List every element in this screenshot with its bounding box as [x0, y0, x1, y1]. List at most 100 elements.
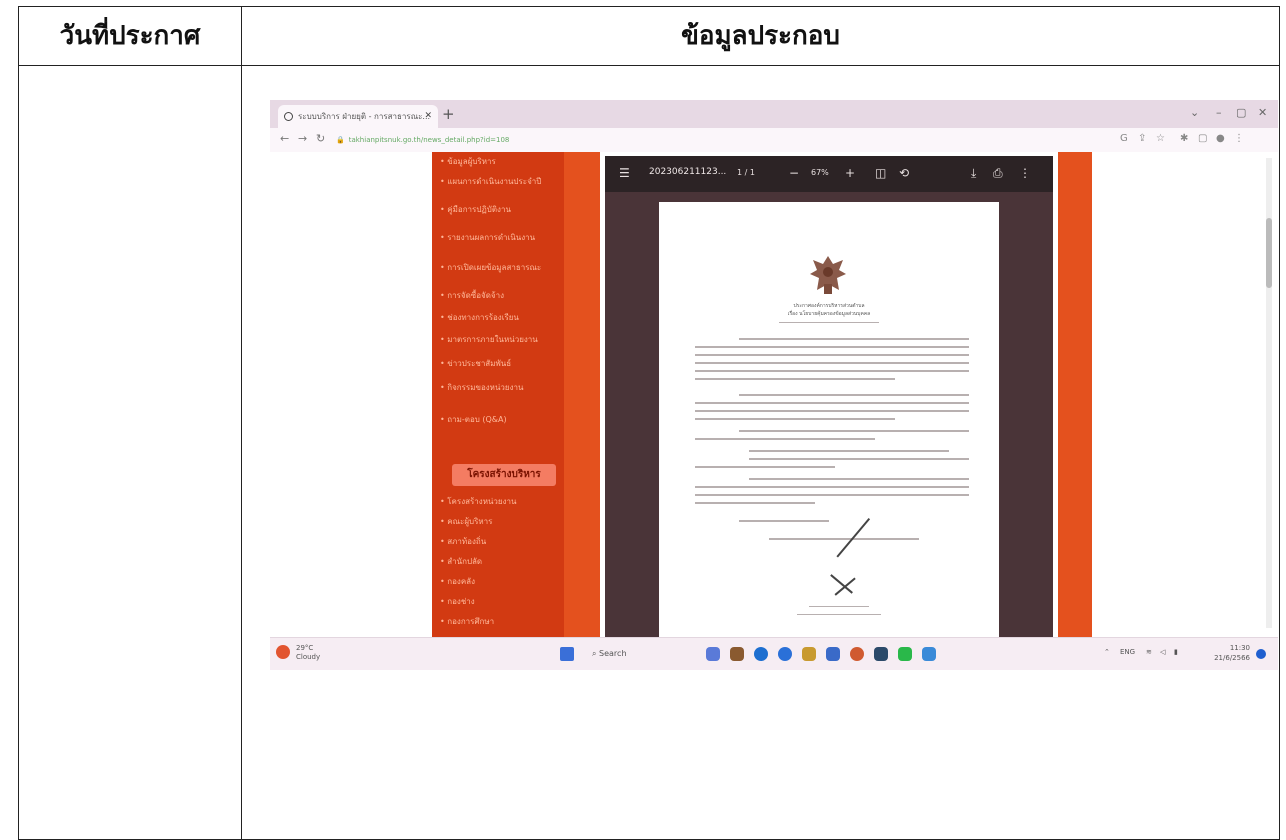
sidebar-link[interactable]: • ข้อมูลผู้บริหาร	[440, 156, 560, 167]
sidebar-link[interactable]: • ถาม-ตอบ (Q&A)	[440, 414, 560, 425]
two-page-icon[interactable]: ◫	[875, 166, 886, 180]
search-icon: ⌕	[592, 649, 600, 658]
clock-time: 11:30	[1229, 644, 1250, 652]
text-line	[695, 494, 969, 496]
app-icon[interactable]	[922, 647, 936, 661]
store-icon[interactable]	[874, 647, 888, 661]
structure-link[interactable]: • กองคลัง	[440, 576, 560, 587]
menu-icon[interactable]: ⋮	[1234, 133, 1244, 144]
user-app-icon[interactable]	[850, 647, 864, 661]
close-tab-icon[interactable]: ✕	[424, 105, 432, 128]
tray-chevron-icon[interactable]: ⌃	[1104, 648, 1110, 656]
volume-icon[interactable]: ◁	[1160, 648, 1165, 656]
more-icon[interactable]: ⋮	[1019, 166, 1031, 180]
line-icon[interactable]	[898, 647, 912, 661]
sidebar-link[interactable]: • การจัดซื้อจัดจ้าง	[440, 290, 560, 301]
sheet-heading-2: เรื่อง นโยบายคุ้มครองข้อมูลส่วนบุคคล	[787, 311, 871, 317]
zoom-level[interactable]: 67%	[811, 168, 829, 177]
garuda-emblem-icon	[810, 256, 846, 294]
close-window-icon[interactable]: ✕	[1258, 106, 1267, 119]
text-line	[749, 478, 969, 480]
structure-link[interactable]: • สำนักปลัด	[440, 556, 560, 567]
weather-widget[interactable]: 29°C Cloudy	[276, 644, 320, 662]
notification-icon[interactable]	[1256, 649, 1266, 659]
text-line	[695, 370, 969, 372]
file-explorer-icon[interactable]	[730, 647, 744, 661]
google-icon[interactable]: G	[1120, 133, 1128, 144]
pdf-page: ประกาศองค์การบริหารส่วนตำบล เรื่อง นโยบา…	[659, 202, 999, 637]
text-line	[695, 402, 969, 404]
pdf-viewer: ☰ 202306211123... 1 / 1 − 67% + ◫ ⟲ ⤓ ⎙ …	[605, 156, 1053, 637]
sidebar-link[interactable]: • ข่าวประชาสัมพันธ์	[440, 358, 560, 369]
sidebar-link[interactable]: • มาตรการภายในหน่วยงาน	[440, 334, 560, 345]
share-icon[interactable]: ⇪	[1138, 133, 1146, 144]
sidebar-link[interactable]: • คู่มือการปฏิบัติงาน	[440, 204, 560, 215]
reload-icon[interactable]: ↻	[316, 132, 325, 145]
clock-date: 21/6/2566	[1214, 654, 1250, 662]
zoom-out-icon[interactable]: −	[789, 166, 799, 180]
extensions-icon[interactable]: ✱	[1180, 133, 1188, 144]
sidebar-link[interactable]: • กิจกรรมของหน่วยงาน	[440, 382, 560, 393]
text-line	[695, 418, 895, 420]
text-line	[749, 458, 969, 460]
header-row-divider	[19, 65, 1279, 66]
sidebar-link[interactable]: • การเปิดเผยข้อมูลสาธารณะ	[440, 262, 560, 273]
star-icon[interactable]: ☆	[1156, 133, 1165, 144]
text-line	[695, 502, 815, 504]
structure-link[interactable]: • คณะผู้บริหาร	[440, 516, 560, 527]
app-icon[interactable]	[706, 647, 720, 661]
sidepanel-icon[interactable]: ▢	[1198, 133, 1207, 144]
sidebar-link[interactable]: • ช่องทางการร้องเรียน	[440, 312, 560, 323]
text-line	[779, 322, 879, 323]
text-line	[695, 346, 969, 348]
system-clock[interactable]: 11:30 21/6/2566	[1214, 643, 1250, 663]
taskbar-search[interactable]: ⌕ Search	[586, 646, 672, 662]
scroll-thumb[interactable]	[1266, 218, 1272, 288]
header-supporting-info: ข้อมูลประกอบ	[681, 21, 840, 51]
text-line	[695, 466, 835, 468]
forward-icon[interactable]: →	[298, 132, 307, 145]
rotate-icon[interactable]: ⟲	[899, 166, 909, 180]
text-line	[695, 438, 875, 440]
menu-icon[interactable]: ☰	[619, 166, 630, 180]
page-indicator[interactable]: 1 / 1	[737, 168, 755, 177]
pdf-filename: 202306211123...	[649, 167, 727, 177]
structure-button[interactable]: โครงสร้างบริหาร	[452, 464, 556, 486]
wifi-icon[interactable]: ≋	[1146, 648, 1152, 656]
sidebar-link[interactable]: • แผนการดำเนินงานประจำปี	[440, 176, 560, 187]
back-icon[interactable]: ←	[280, 132, 289, 145]
structure-link[interactable]: • กองช่าง	[440, 596, 560, 607]
language-indicator[interactable]: ENG	[1120, 648, 1135, 656]
sidebar-link[interactable]: • รายงานผลการดำเนินงาน	[440, 232, 560, 243]
mail-icon[interactable]	[826, 647, 840, 661]
chrome-icon[interactable]	[778, 647, 792, 661]
structure-link[interactable]: • โครงสร้างหน่วยงาน	[440, 496, 560, 507]
photos-icon[interactable]	[802, 647, 816, 661]
url-text: takhianpitsnuk.go.th/news_detail.php?id=…	[348, 136, 510, 144]
structure-link[interactable]: • สภาท้องถิ่น	[440, 536, 560, 547]
text-line	[739, 430, 969, 432]
windows-taskbar: 29°C Cloudy ⌕ Search ⌃ ENG ≋ ◁ ▮ 11:30 2…	[270, 637, 1278, 670]
download-icon[interactable]: ⤓	[971, 166, 976, 181]
column-divider	[241, 7, 242, 839]
windows-start-icon[interactable]	[560, 647, 574, 661]
maximize-icon[interactable]: ▢	[1236, 106, 1246, 119]
text-line	[809, 606, 869, 607]
sidebar-stripe	[564, 152, 600, 637]
new-tab-icon[interactable]: +	[442, 105, 455, 123]
tab-search-icon[interactable]: ⌄	[1190, 106, 1199, 119]
header-announce-date: วันที่ประกาศ	[59, 21, 201, 51]
minimize-icon[interactable]: –	[1216, 106, 1222, 119]
structure-link[interactable]: • กองการศึกษา	[440, 616, 560, 627]
browser-tab[interactable]: ระบบบริการ ฝ่ายยุติ - การสาธารณะ... ✕	[278, 105, 438, 128]
address-bar-row: ← → ↻ 🔒 takhianpitsnuk.go.th/news_detail.…	[270, 128, 1278, 152]
edge-icon[interactable]	[754, 647, 768, 661]
web-page: • ข้อมูลผู้บริหาร • แผนการดำเนินงานประจำ…	[270, 152, 1278, 637]
profile-icon[interactable]: ●	[1216, 133, 1225, 144]
url-field[interactable]: 🔒 takhianpitsnuk.go.th/news_detail.php?id…	[336, 133, 716, 147]
battery-icon[interactable]: ▮	[1174, 648, 1178, 656]
print-icon[interactable]: ⎙	[993, 166, 1003, 181]
zoom-in-icon[interactable]: +	[845, 166, 855, 180]
page-scrollbar[interactable]	[1266, 158, 1272, 628]
text-line	[695, 378, 895, 380]
